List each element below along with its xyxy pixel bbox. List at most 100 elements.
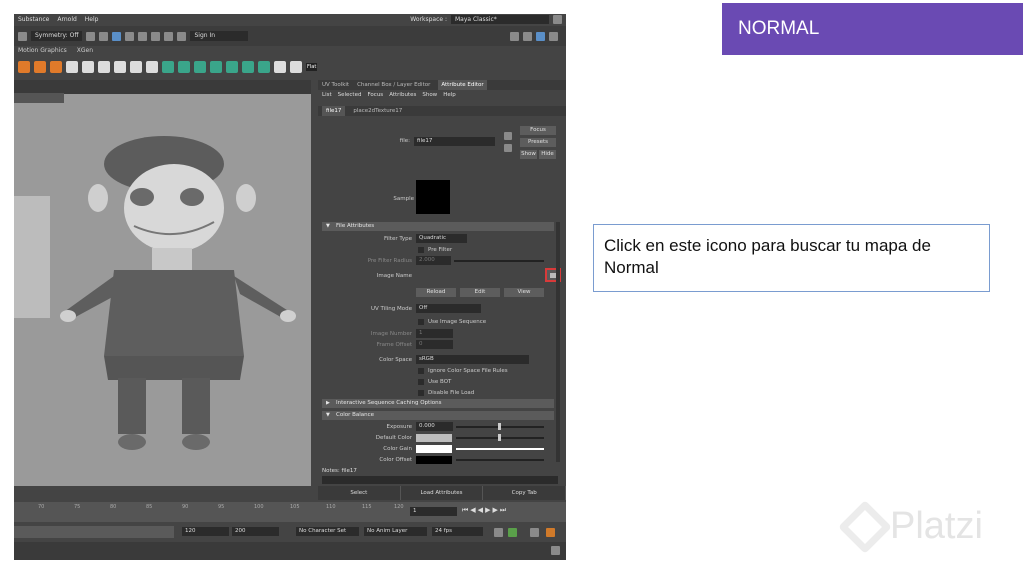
snap-curve-icon[interactable]	[99, 31, 109, 41]
ipr-render-icon[interactable]	[138, 31, 148, 41]
anim-prefs-icon[interactable]	[546, 528, 555, 537]
range-bar[interactable]	[14, 526, 174, 538]
render-settings-icon[interactable]	[151, 31, 161, 41]
file-name-field[interactable]: file17	[414, 137, 495, 146]
disable-file-load-checkbox[interactable]	[418, 390, 424, 396]
shelf-tab-xgen[interactable]: XGen	[77, 47, 93, 54]
menu-arnold[interactable]: Arnold	[57, 16, 76, 23]
pencil-icon[interactable]	[114, 61, 126, 73]
default-color-slider-handle[interactable]	[498, 434, 501, 441]
anim-layer-dropdown[interactable]: No Anim Layer	[364, 527, 427, 536]
pause-icon[interactable]	[177, 31, 187, 41]
hypershade-icon[interactable]	[164, 31, 174, 41]
playback-controls[interactable]: ⏮◀◀▶▶⏭	[462, 506, 508, 515]
hide-button[interactable]: Hide	[539, 150, 556, 159]
menu-attributes[interactable]: Attributes	[389, 90, 416, 100]
viewport-camera-dropdown[interactable]	[14, 93, 64, 103]
shelf-tool-12-icon[interactable]	[194, 61, 206, 73]
color-offset-slider[interactable]	[456, 459, 544, 461]
reload-button[interactable]: Reload	[416, 288, 456, 297]
shelf-tool-6-icon[interactable]	[98, 61, 110, 73]
menu-help-panel[interactable]: Help	[443, 90, 456, 100]
tab-attribute-editor[interactable]: Attribute Editor	[438, 80, 487, 90]
presets-button[interactable]: Presets	[520, 138, 556, 147]
shelf-tool-9-icon[interactable]	[146, 61, 158, 73]
workspace-dropdown[interactable]: Maya Classic*	[451, 15, 549, 24]
interactive-caching-section[interactable]: ▶ Interactive Sequence Caching Options	[322, 399, 554, 408]
tool-settings-icon[interactable]	[549, 31, 558, 41]
pre-filter-checkbox[interactable]	[418, 247, 424, 253]
shelf-tool-3-icon[interactable]	[50, 61, 62, 73]
attribute-editor-toggle-icon[interactable]	[523, 31, 532, 41]
script-editor-icon[interactable]	[551, 546, 560, 555]
use-image-sequence-checkbox[interactable]	[418, 319, 424, 325]
channel-box-toggle-icon[interactable]	[536, 31, 545, 41]
shelf-tool-16-icon[interactable]	[258, 61, 270, 73]
viewport-toolbar[interactable]	[14, 80, 311, 94]
input-connections-icon[interactable]	[504, 132, 512, 140]
file-attributes-section[interactable]: ▼ File Attributes	[322, 222, 554, 231]
uv-tiling-dropdown[interactable]: Off	[416, 304, 481, 313]
color-gain-swatch[interactable]	[416, 445, 452, 453]
viewport[interactable]	[14, 80, 311, 486]
ignore-color-space-checkbox[interactable]	[418, 368, 424, 374]
use-bot-checkbox[interactable]	[418, 379, 424, 385]
flat-shelf-button[interactable]: Flat	[306, 63, 318, 71]
auto-key-icon[interactable]	[508, 528, 517, 537]
image-number-field[interactable]: 1	[416, 329, 453, 338]
shelf-tool-14-icon[interactable]	[226, 61, 238, 73]
output-connections-icon[interactable]	[504, 144, 512, 152]
modeling-toolkit-icon[interactable]	[510, 31, 519, 41]
menu-substance[interactable]: Substance	[18, 16, 49, 23]
frame-offset-field[interactable]: 0	[416, 340, 453, 349]
pre-filter-radius-slider[interactable]	[454, 260, 544, 262]
shelf-tool-15-icon[interactable]	[242, 61, 254, 73]
tab-channel-box[interactable]: Channel Box / Layer Editor	[357, 80, 430, 90]
shelf-tab-motion-graphics[interactable]: Motion Graphics	[18, 47, 67, 54]
color-space-dropdown[interactable]: sRGB	[416, 355, 529, 364]
time-slider[interactable]: 70 75 80 85 90 95 100 105 110 115 120 1 …	[14, 502, 566, 522]
shelf-tool-2-icon[interactable]	[34, 61, 46, 73]
sign-in-button[interactable]: Sign In	[190, 31, 249, 41]
menu-list[interactable]: List	[322, 90, 332, 100]
tab-file17[interactable]: file17	[322, 106, 346, 116]
render-icon[interactable]	[125, 31, 135, 41]
shelf-tool-5-icon[interactable]	[82, 61, 94, 73]
shelf-tool-10-icon[interactable]	[162, 61, 174, 73]
show-button[interactable]: Show	[520, 150, 537, 159]
load-attributes-button[interactable]: Load Attributes	[401, 486, 484, 500]
character-set-dropdown[interactable]: No Character Set	[296, 527, 359, 536]
pre-filter-radius-field[interactable]: 2.000	[416, 256, 451, 265]
edit-button[interactable]: Edit	[460, 288, 500, 297]
loop-icon[interactable]	[494, 528, 503, 537]
notes-field[interactable]	[322, 476, 558, 484]
menu-help[interactable]: Help	[85, 16, 99, 23]
filter-type-dropdown[interactable]: Quadratic	[416, 234, 467, 243]
color-gain-slider[interactable]	[456, 448, 544, 450]
color-balance-section[interactable]: ▼ Color Balance	[322, 411, 554, 420]
focus-button[interactable]: Focus	[520, 126, 556, 135]
fps-dropdown[interactable]: 24 fps	[432, 527, 483, 536]
snap-grid-icon[interactable]	[86, 31, 96, 41]
menu-selected[interactable]: Selected	[338, 90, 362, 100]
view-button[interactable]: View	[504, 288, 544, 297]
range-start-field[interactable]: 120	[182, 527, 229, 536]
lock-icon[interactable]	[553, 15, 562, 24]
paint-effects-icon[interactable]	[18, 61, 30, 73]
shelf-tool-8-icon[interactable]	[130, 61, 142, 73]
attribute-scrollbar[interactable]	[556, 222, 560, 462]
range-end-field[interactable]: 200	[232, 527, 279, 536]
default-color-swatch[interactable]	[416, 434, 452, 442]
menu-show[interactable]: Show	[422, 90, 437, 100]
playback-settings-icon[interactable]	[530, 528, 539, 537]
menu-focus[interactable]: Focus	[367, 90, 383, 100]
copy-tab-button[interactable]: Copy Tab	[483, 486, 566, 500]
menu-set-icon[interactable]	[18, 31, 27, 41]
shelf-tool-17-icon[interactable]	[274, 61, 286, 73]
shelf-tool-18-icon[interactable]	[290, 61, 302, 73]
shelf-tool-13-icon[interactable]	[210, 61, 222, 73]
exposure-slider-handle[interactable]	[498, 423, 501, 430]
shelf-tool-4-icon[interactable]	[66, 61, 78, 73]
current-frame-field[interactable]: 1	[410, 507, 457, 516]
tab-uv-toolkit[interactable]: UV Toolkit	[322, 80, 349, 90]
